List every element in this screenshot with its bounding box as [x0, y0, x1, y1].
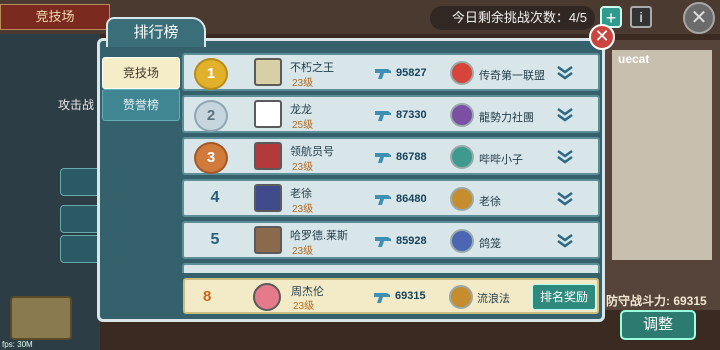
combat-power: 87330	[396, 109, 427, 121]
player-name: 龙龙	[290, 104, 312, 116]
attack-label: 攻击战	[58, 98, 95, 112]
player-level: 23级	[292, 246, 314, 257]
my-rank-row: 8 周杰伦 23级 69315 流浪法 排名奖励	[183, 278, 599, 314]
modal-title: 排行榜	[106, 17, 206, 47]
player-level: 23级	[292, 204, 314, 215]
table-row	[182, 263, 600, 273]
chest-icon[interactable]	[10, 296, 72, 340]
my-level: 23级	[293, 301, 315, 312]
adjust-button[interactable]: 调整	[620, 310, 696, 340]
chevron-down-icon[interactable]	[556, 65, 574, 81]
avatar	[254, 58, 282, 86]
table-row[interactable]: 2 龙龙 25级 87330 龍勢力社團	[182, 95, 600, 133]
alliance-name: 传奇第一联盟	[479, 70, 545, 82]
challenges-remaining: 今日剩余挑战次数：4/5	[430, 6, 595, 30]
alliance-icon	[450, 229, 474, 253]
table-row[interactable]: 4 老徐 23级 86480 老徐	[182, 179, 600, 217]
avatar	[254, 100, 282, 128]
my-alliance-icon	[449, 285, 473, 309]
tab-arena[interactable]: 竞技场	[102, 57, 180, 89]
combat-power: 85928	[396, 235, 427, 247]
alliance-icon	[450, 61, 474, 85]
opponent-card	[612, 50, 712, 260]
player-level: 23级	[292, 78, 314, 89]
alliance-name: 龍勢力社團	[479, 112, 534, 124]
my-rank: 8	[203, 288, 212, 305]
player-level: 23级	[292, 162, 314, 173]
tab-praise[interactable]: 赞誉榜	[102, 89, 180, 121]
gun-icon	[375, 153, 391, 163]
player-level: 25级	[292, 120, 314, 131]
rank-medal-icon: 1	[194, 58, 228, 90]
gun-icon	[375, 195, 391, 205]
table-row[interactable]: 1 不朽之王 23级 95827 传奇第一联盟	[182, 53, 600, 91]
rank-medal-icon: 2	[194, 100, 228, 132]
gun-icon	[375, 111, 391, 121]
player-name: 老徐	[290, 188, 312, 200]
avatar	[254, 184, 282, 212]
table-row[interactable]: 3 领航员号 23级 86788 哔哔小子	[182, 137, 600, 175]
alliance-name: 哔哔小子	[479, 154, 523, 166]
arena-tab-background[interactable]: 竞技场	[0, 4, 110, 30]
chevron-down-icon[interactable]	[556, 191, 574, 207]
player-tag: uecat	[618, 52, 650, 66]
player-name: 领航员号	[290, 146, 334, 158]
table-row[interactable]: 5 哈罗德.莱斯 23级 85928 鸽笼	[182, 221, 600, 259]
avatar	[254, 226, 282, 254]
alliance-name: 老徐	[479, 196, 501, 208]
my-avatar	[253, 283, 281, 311]
rank-number: 5	[210, 231, 220, 248]
player-name: 不朽之王	[290, 62, 334, 74]
chevron-down-icon[interactable]	[556, 107, 574, 123]
alliance-name: 鸽笼	[479, 238, 501, 250]
alliance-icon	[450, 145, 474, 169]
gun-icon	[375, 237, 391, 247]
fps-counter: fps: 30M	[2, 340, 33, 349]
my-alliance: 流浪法	[477, 293, 510, 305]
defense-power: 防守战斗力: 69315	[606, 294, 707, 308]
rank-reward-button[interactable]: 排名奖励	[532, 284, 596, 310]
close-icon[interactable]: ✕	[589, 24, 615, 50]
chevron-down-icon[interactable]	[556, 233, 574, 249]
ranking-list: 1 不朽之王 23级 95827 传奇第一联盟 2 龙龙 25级 87330 龍勢力社團 3 领航员号…	[182, 53, 602, 273]
combat-power: 86788	[396, 151, 427, 163]
gun-icon	[374, 293, 390, 303]
rank-medal-icon: 3	[194, 142, 228, 174]
player-name: 哈罗德.莱斯	[290, 230, 349, 242]
alliance-icon	[450, 103, 474, 127]
my-power: 69315	[395, 290, 426, 302]
info-button[interactable]: i	[630, 6, 652, 28]
gun-icon	[375, 69, 391, 79]
background-close-icon[interactable]: ✕	[683, 2, 715, 34]
avatar	[254, 142, 282, 170]
alliance-icon	[450, 187, 474, 211]
combat-power: 95827	[396, 67, 427, 79]
chevron-down-icon[interactable]	[556, 149, 574, 165]
combat-power: 86480	[396, 193, 427, 205]
rank-number: 4	[210, 189, 220, 206]
